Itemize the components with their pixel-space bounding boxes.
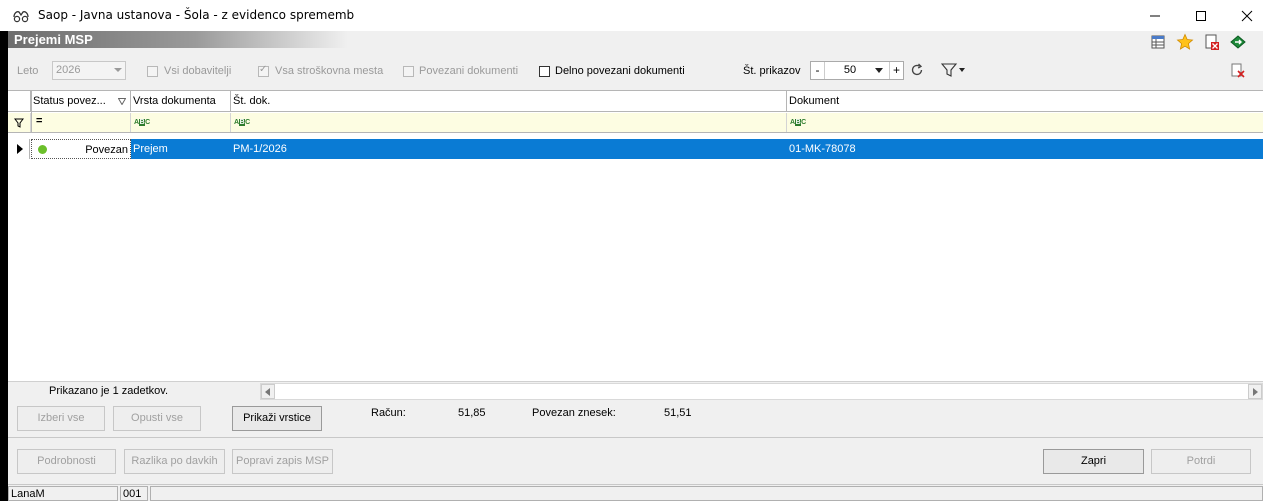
select-all-button[interactable]: Izberi vse bbox=[17, 406, 105, 431]
text-filter-icon: ABC bbox=[134, 119, 150, 126]
status-text: Povezan bbox=[85, 144, 128, 156]
text-filter-icon: ABC bbox=[234, 119, 250, 126]
title-bar: Saop - Javna ustanova - Šola - z evidenc… bbox=[0, 0, 1263, 31]
increment-button[interactable]: + bbox=[889, 62, 903, 79]
year-value: 2026 bbox=[56, 64, 81, 76]
documents-grid: Status povez... Vrsta dokumenta Št. dok.… bbox=[8, 90, 1263, 400]
close-icon bbox=[1241, 10, 1253, 21]
close-button[interactable]: Zapri bbox=[1043, 449, 1144, 474]
refresh-icon[interactable] bbox=[910, 63, 924, 77]
partially-linked-label: Delno povezani dokumenti bbox=[555, 65, 685, 77]
status-bar: LanaM 001 bbox=[8, 484, 1263, 501]
deselect-all-button[interactable]: Opusti vse bbox=[113, 406, 201, 431]
tax-difference-button[interactable]: Razlika po davkih bbox=[124, 449, 225, 474]
minimize-button[interactable] bbox=[1132, 0, 1178, 31]
linked-documents-label: Povezani dokumenti bbox=[419, 65, 519, 77]
maximize-button[interactable] bbox=[1178, 0, 1224, 31]
all-cost-centers-label: Vsa stroškovna mesta bbox=[275, 65, 384, 77]
linked-amount-value: 51,51 bbox=[664, 407, 692, 419]
filter-cell-doc-no[interactable]: ABC bbox=[231, 113, 787, 132]
show-lines-button[interactable]: Prikaži vrstice bbox=[232, 406, 322, 431]
details-button[interactable]: Podrobnosti bbox=[17, 449, 116, 474]
row-indicator-header bbox=[8, 91, 31, 112]
maximize-icon bbox=[1196, 10, 1206, 21]
status-dot-icon bbox=[38, 145, 47, 154]
linked-amount-label: Povezan znesek: bbox=[532, 407, 616, 419]
scroll-right-button[interactable] bbox=[1248, 384, 1262, 399]
grid-footer: Prikazano je 1 zadetkov. bbox=[8, 381, 1263, 400]
divider bbox=[8, 437, 1263, 438]
filter-cell-status[interactable]: = bbox=[31, 113, 131, 132]
sort-descending-icon bbox=[118, 98, 126, 105]
decrement-button[interactable]: - bbox=[811, 62, 825, 79]
chevron-down-icon[interactable] bbox=[875, 68, 883, 73]
confirm-button[interactable]: Potrdi bbox=[1151, 449, 1251, 474]
window-title: Saop - Javna ustanova - Šola - z evidenc… bbox=[38, 8, 355, 22]
text-filter-icon: ABC bbox=[790, 119, 806, 126]
table-settings-icon[interactable] bbox=[1150, 33, 1168, 51]
chevron-down-icon bbox=[114, 68, 122, 72]
close-window-button[interactable] bbox=[1224, 0, 1263, 31]
horizontal-scrollbar[interactable] bbox=[260, 383, 1263, 400]
display-count-label: Št. prikazov bbox=[743, 65, 801, 77]
grid-filter-row: = ABC ABC ABC bbox=[8, 113, 1263, 133]
cell-status[interactable]: Povezan bbox=[31, 139, 131, 159]
all-suppliers-checkbox[interactable] bbox=[147, 66, 158, 77]
filter-cell-type[interactable]: ABC bbox=[131, 113, 231, 132]
equals-operator: = bbox=[36, 115, 43, 127]
filter-row-indicator bbox=[8, 113, 31, 132]
minimize-icon bbox=[1150, 15, 1160, 16]
left-edge-bar bbox=[0, 31, 8, 501]
column-header-doc-no[interactable]: Št. dok. bbox=[231, 91, 787, 112]
exit-icon[interactable] bbox=[1229, 33, 1247, 51]
panel-title: Prejemi MSP bbox=[8, 31, 348, 48]
cell-type[interactable]: Prejem bbox=[131, 139, 231, 159]
scroll-left-button[interactable] bbox=[261, 384, 275, 399]
favorite-star-icon[interactable] bbox=[1176, 33, 1194, 51]
delete-document-icon[interactable] bbox=[1203, 33, 1221, 51]
saop-app-icon bbox=[13, 11, 29, 23]
year-combo[interactable]: 2026 bbox=[52, 61, 126, 80]
table-row[interactable]: Povezan Prejem PM-1/2026 01-MK-78078 bbox=[8, 139, 1263, 159]
all-suppliers-label: Vsi dobavitelji bbox=[164, 65, 232, 77]
column-header-type[interactable]: Vrsta dokumenta bbox=[131, 91, 231, 112]
status-code: 001 bbox=[120, 486, 148, 501]
cell-document[interactable]: 01-MK-78078 bbox=[787, 139, 1263, 159]
display-count-value[interactable]: 50 bbox=[825, 62, 875, 79]
column-divider bbox=[31, 91, 32, 133]
filter-dropdown-icon[interactable] bbox=[941, 62, 967, 78]
filter-icon bbox=[14, 118, 24, 128]
column-header-label: Status povez... bbox=[33, 95, 106, 107]
invoice-label: Račun: bbox=[371, 407, 406, 419]
column-header-status[interactable]: Status povez... bbox=[31, 91, 131, 112]
row-indicator[interactable] bbox=[8, 139, 30, 159]
fix-msp-record-button[interactable]: Popravi zapis MSP bbox=[232, 449, 333, 474]
current-row-icon bbox=[17, 144, 23, 154]
column-header-document[interactable]: Dokument bbox=[787, 91, 1263, 112]
cell-doc-no[interactable]: PM-1/2026 bbox=[231, 139, 787, 159]
filter-toolbar: Leto 2026 Vsi dobavitelji Vsa stroškovna… bbox=[8, 58, 1263, 84]
status-user: LanaM bbox=[8, 486, 118, 501]
partially-linked-checkbox[interactable] bbox=[539, 66, 550, 77]
records-count-text: Prikazano je 1 zadetkov. bbox=[49, 385, 169, 397]
year-label: Leto bbox=[17, 65, 39, 77]
clear-filter-icon[interactable] bbox=[1230, 63, 1246, 79]
filter-cell-document[interactable]: ABC bbox=[787, 113, 1263, 132]
grid-header: Status povez... Vrsta dokumenta Št. dok.… bbox=[8, 91, 1263, 112]
status-message bbox=[150, 486, 1263, 501]
all-cost-centers-checkbox[interactable] bbox=[258, 64, 269, 77]
display-count-stepper[interactable]: - 50 + bbox=[810, 61, 904, 80]
invoice-value: 51,85 bbox=[458, 407, 486, 419]
linked-documents-checkbox[interactable] bbox=[403, 66, 414, 77]
